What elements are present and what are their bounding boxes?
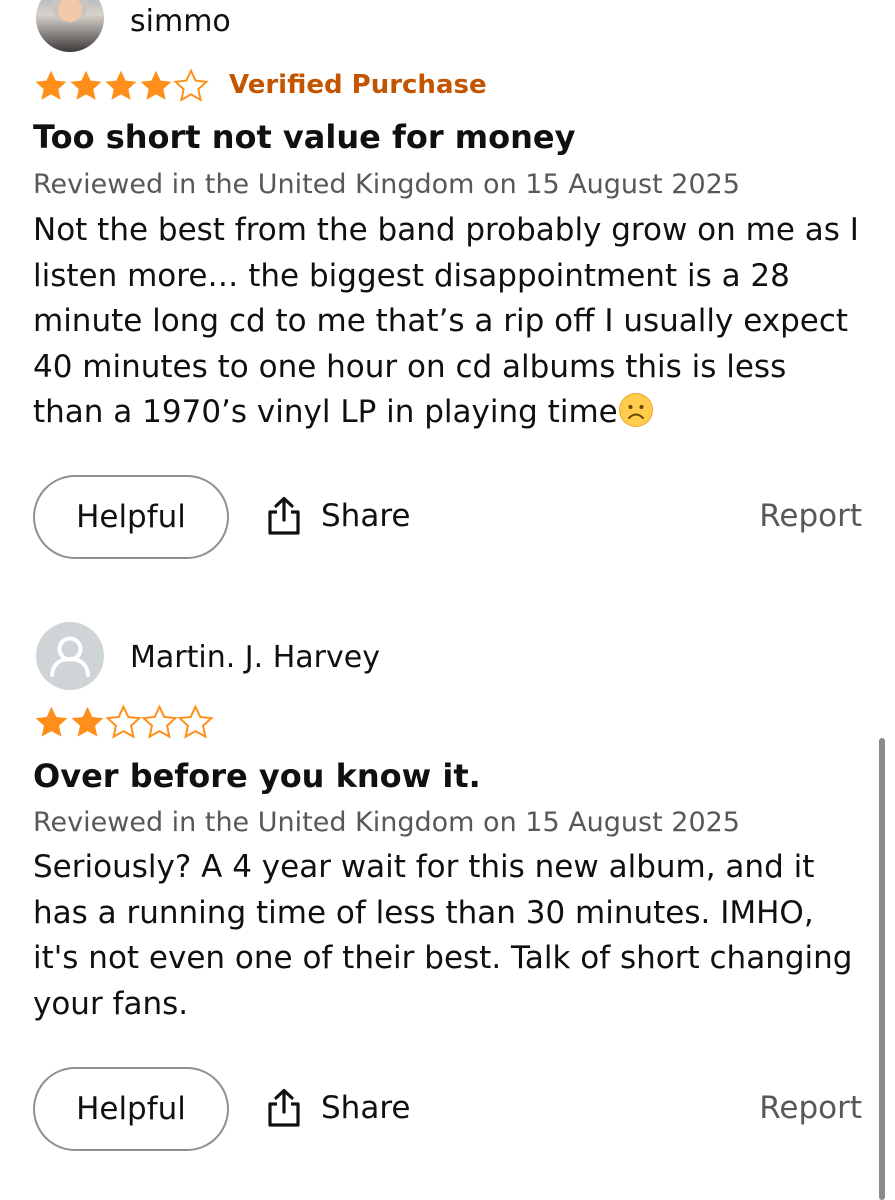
review-body: Seriously? A 4 year wait for this new al…: [33, 845, 863, 1027]
star-empty-icon: [173, 68, 209, 102]
helpful-button[interactable]: Helpful: [33, 475, 229, 559]
star-rating: [33, 68, 209, 104]
report-link[interactable]: Report: [759, 1090, 862, 1126]
frowning-face-icon: [618, 393, 653, 427]
star-empty-icon: [105, 704, 142, 739]
report-link[interactable]: Report: [759, 498, 862, 534]
star-filled-icon: [140, 70, 172, 100]
reviewer-name[interactable]: simmo: [130, 4, 231, 39]
share-button[interactable]: Share: [265, 496, 410, 536]
review-title: Over before you know it.: [33, 757, 481, 795]
share-label: Share: [321, 1090, 411, 1126]
star-filled-icon: [71, 706, 104, 737]
star-filled-icon: [35, 706, 68, 737]
review-title: Too short not value for money: [33, 118, 576, 156]
reviewer-avatar[interactable]: [36, 622, 104, 690]
share-label: Share: [321, 498, 411, 534]
review-body-text: Seriously? A 4 year wait for this new al…: [33, 849, 853, 1022]
helpful-button[interactable]: Helpful: [33, 1067, 229, 1151]
default-user-icon: [50, 636, 90, 677]
review-date: Reviewed in the United Kingdom on 15 Aug…: [33, 807, 740, 838]
star-empty-icon: [177, 704, 214, 739]
star-rating: [33, 704, 214, 741]
star-filled-icon: [105, 70, 137, 100]
share-icon: [268, 1088, 300, 1127]
review-date: Reviewed in the United Kingdom on 15 Aug…: [33, 169, 740, 200]
reviewer-avatar[interactable]: [36, 0, 104, 52]
reviewer-name[interactable]: Martin. J. Harvey: [130, 640, 380, 675]
star-empty-icon: [141, 704, 178, 739]
verified-purchase-badge: Verified Purchase: [229, 70, 487, 100]
star-filled-icon: [35, 70, 67, 100]
share-button[interactable]: Share: [265, 1088, 410, 1128]
review-body: Not the best from the band probably grow…: [33, 208, 863, 436]
review-body-text: Not the best from the band probably grow…: [33, 212, 859, 430]
star-filled-icon: [70, 70, 102, 100]
scrollbar[interactable]: [879, 738, 885, 1200]
share-icon: [268, 496, 300, 535]
